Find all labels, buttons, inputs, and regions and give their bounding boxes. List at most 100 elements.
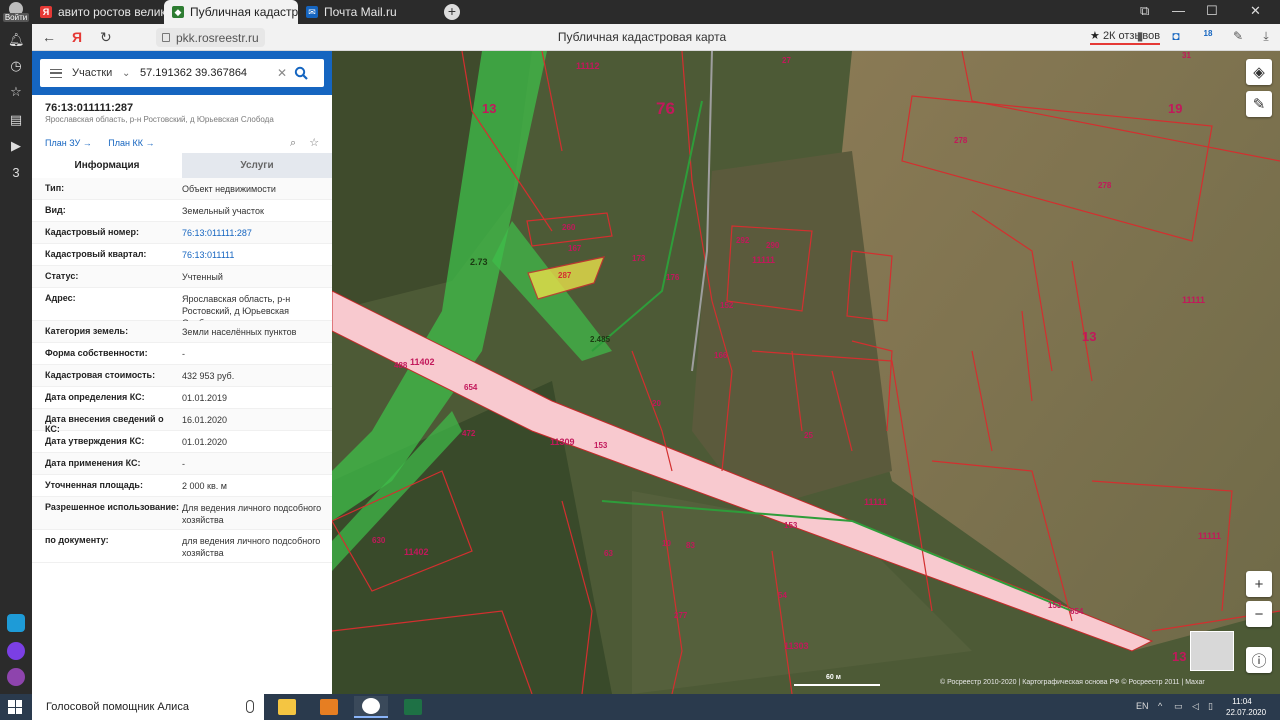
property-value: 01.01.2019 — [182, 393, 228, 403]
map-label: 292 — [736, 236, 750, 245]
search-type-select[interactable]: Участки — [72, 67, 122, 79]
property-value: 16.01.2020 — [182, 415, 228, 425]
property-key: Дата определения КС: — [45, 392, 145, 402]
reviews-badge[interactable]: ★ 2К отзывов — [1090, 29, 1161, 45]
maximize-icon[interactable]: ☐ — [1206, 3, 1218, 19]
tab-information[interactable]: Информация — [32, 153, 182, 178]
address-bar: ← Я ↻ pkk.rosreestr.ru Публичная кадастр… — [32, 24, 1280, 51]
alice-search-box[interactable]: Голосовой помощник Алиса — [32, 694, 264, 720]
zoom-in-button[interactable]: + — [1246, 571, 1272, 597]
history-icon[interactable]: ◷ — [8, 58, 24, 74]
taskbar-yandex-browser[interactable] — [354, 696, 388, 718]
plan-kk-link[interactable]: План КК → — [108, 138, 154, 148]
search-button[interactable] — [290, 62, 312, 84]
yandex-app-icon[interactable] — [7, 614, 25, 632]
scale-bar: 60 м — [794, 674, 880, 687]
map-label: 54 — [778, 591, 787, 600]
property-row: Дата применения КС: - — [32, 453, 332, 475]
map-label: 654 — [1070, 607, 1084, 616]
map-label: 277 — [674, 611, 688, 620]
menu-icon[interactable] — [50, 68, 62, 78]
scale-label: 60 м — [826, 674, 841, 681]
tab-avito[interactable]: Я авито ростов великий — — [32, 0, 164, 24]
download-icon[interactable]: ⤓ — [1258, 29, 1274, 45]
yandex-favicon-icon: Я — [40, 6, 52, 18]
map-label: 11402 — [404, 547, 429, 557]
basemap-switcher[interactable] — [1190, 631, 1234, 671]
music-app-icon[interactable] — [7, 668, 25, 686]
cadastral-number-link[interactable]: 76:13:011111:287 — [182, 227, 327, 239]
language-indicator[interactable]: EN — [1136, 701, 1149, 711]
bell-icon[interactable]: 🔔︎ — [8, 32, 25, 48]
counter-3-icon[interactable]: 3 — [8, 165, 24, 181]
system-clock[interactable]: 11:04 22.07.2020 — [1226, 696, 1266, 718]
search-input[interactable] — [136, 67, 274, 79]
clear-icon[interactable]: ✕ — [274, 66, 290, 80]
close-window-icon[interactable]: ✕ — [1250, 3, 1261, 19]
back-icon[interactable]: ← — [42, 29, 56, 45]
scale-line — [794, 684, 880, 686]
login-label: Войти — [2, 13, 30, 22]
property-value: Земли населённых пунктов — [182, 327, 297, 337]
protect-icon[interactable]: ◘ — [1168, 29, 1184, 45]
property-row: Вид: Земельный участок — [32, 200, 332, 222]
bookmarks-star-icon[interactable]: ☆ — [8, 84, 24, 100]
map-label: 152 — [720, 301, 734, 310]
map-label: 290 — [766, 241, 780, 250]
video-icon[interactable]: ▶ — [8, 138, 24, 154]
rosreestr-favicon-icon: ◆ — [172, 6, 184, 18]
property-row: Форма собственности: - — [32, 343, 332, 365]
taskbar-excel[interactable] — [396, 696, 430, 718]
favorite-star-icon[interactable]: ☆ — [309, 137, 319, 149]
taskbar-media-player[interactable] — [312, 696, 346, 718]
map-label: 11111 — [752, 255, 776, 265]
url-field[interactable]: pkk.rosreestr.ru — [156, 28, 265, 47]
property-row: Адрес: Ярославская область, р-н Ростовск… — [32, 288, 332, 328]
zoom-to-object-icon[interactable]: ⌕ — [290, 137, 296, 149]
zoom-out-button[interactable]: − — [1246, 601, 1272, 627]
cadastral-quarter-link[interactable]: 76:13:011111 — [182, 249, 327, 261]
network-icon[interactable]: ▭ — [1174, 701, 1183, 712]
calendar-badge-icon[interactable]: 18 — [1200, 29, 1216, 45]
map-label: 654 — [464, 383, 478, 392]
info-tabs: Информация Услуги — [32, 153, 332, 178]
volume-icon[interactable]: ◁ — [1192, 701, 1199, 712]
map-label: 472 — [462, 429, 476, 438]
windows-start-icon[interactable] — [8, 700, 22, 714]
collections-icon[interactable]: ▤ — [8, 112, 24, 128]
chevron-down-icon[interactable]: ⌄ — [122, 68, 136, 79]
measure-button[interactable]: ✎ — [1246, 91, 1272, 117]
yandex-logo-icon[interactable]: Я — [72, 29, 82, 45]
bookmark-icon[interactable]: ▮ — [1132, 29, 1148, 45]
alice-app-icon[interactable] — [7, 642, 25, 660]
object-address-subtitle: Ярославская область, р-н Ростовский, д Ю… — [45, 115, 274, 124]
alice-label: Голосовой помощник Алиса — [46, 701, 189, 713]
map-label: 31 — [1182, 51, 1191, 60]
cadastral-map[interactable]: 11112 13 76 27 31 19 278 278 11111 13 26… — [332, 51, 1280, 694]
feedback-icon[interactable]: ✎ — [1230, 29, 1246, 45]
account-button[interactable]: Войти — [2, 2, 30, 24]
plan-zu-link[interactable]: План ЗУ → — [45, 138, 92, 148]
minimize-icon[interactable]: — — [1172, 3, 1185, 18]
property-key: Кадастровый квартал: — [45, 249, 147, 259]
excel-icon — [404, 699, 422, 715]
property-key: Разрешенное использование: — [45, 502, 179, 512]
battery-icon[interactable]: ▯ — [1208, 701, 1213, 712]
taskbar-explorer[interactable] — [270, 696, 304, 718]
info-button[interactable]: ⓘ — [1246, 647, 1272, 673]
reload-icon[interactable]: ↻ — [100, 29, 112, 46]
property-key: Категория земель: — [45, 326, 129, 336]
microphone-icon[interactable] — [246, 700, 254, 713]
new-tab-icon[interactable]: + — [444, 4, 460, 20]
map-label: 10 — [662, 539, 671, 548]
map-label: 488 — [394, 361, 408, 370]
map-label: 167 — [568, 244, 582, 253]
tab-cadastral-map[interactable]: ◆ Публичная кадастрова ✕ — [164, 0, 298, 24]
layers-button[interactable]: ◈ — [1246, 59, 1272, 85]
tab-mail[interactable]: ✉ Почта Mail.ru — [298, 0, 438, 24]
tray-chevron-icon[interactable]: ^ — [1158, 701, 1162, 711]
property-key: Кадастровый номер: — [45, 227, 139, 237]
tabs-copy-icon[interactable]: ⧉ — [1140, 3, 1149, 19]
property-key: Вид: — [45, 205, 66, 215]
tab-services[interactable]: Услуги — [182, 153, 332, 178]
